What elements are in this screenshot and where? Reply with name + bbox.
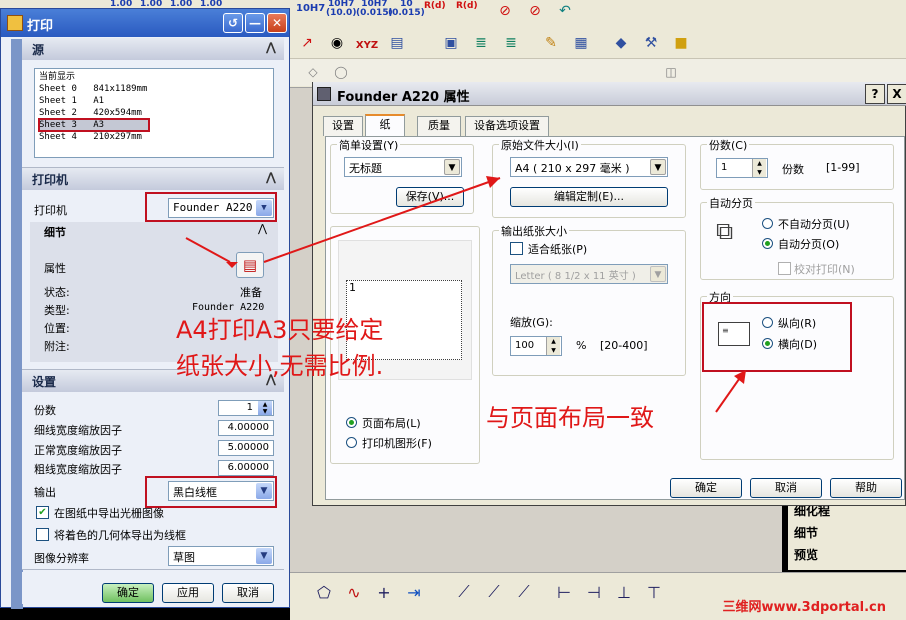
arrow-line bbox=[263, 177, 501, 263]
arrow-line bbox=[185, 237, 231, 263]
arrow-head bbox=[486, 176, 500, 188]
annotation-note: 纸张大小,无需比例. bbox=[176, 352, 384, 380]
arrow-head bbox=[226, 262, 238, 268]
arrow-head bbox=[734, 370, 746, 384]
annotation-arrows bbox=[185, 176, 746, 413]
annotation-note: A4打印A3只要给定 bbox=[176, 316, 384, 344]
annotation-note: 与页面布局一致 bbox=[486, 404, 654, 432]
